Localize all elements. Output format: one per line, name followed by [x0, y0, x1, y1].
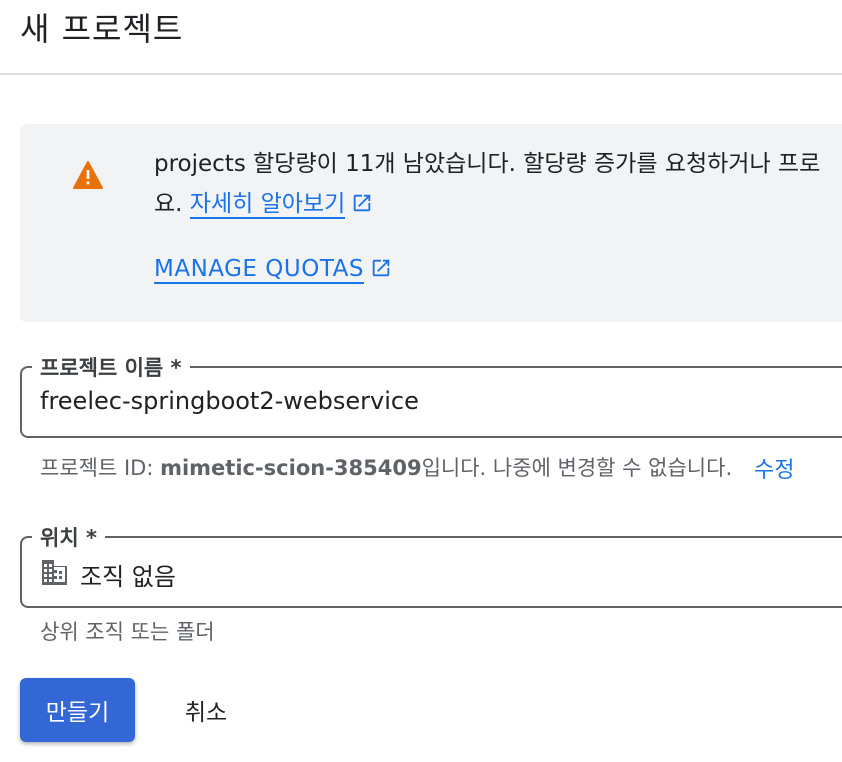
location-value[interactable]: 조직 없음	[80, 557, 176, 592]
external-link-icon[interactable]	[351, 192, 373, 214]
project-id-suffix: 입니다. 나중에 변경할 수 없습니다.	[421, 456, 733, 480]
new-project-page: 새 프로젝트 projects 할당량이 11개 남았습니다. 할당량 증가를 …	[0, 0, 842, 762]
page-title: 새 프로젝트	[20, 10, 184, 48]
create-button[interactable]: 만들기	[20, 678, 135, 742]
project-id-prefix: 프로젝트 ID:	[40, 456, 161, 480]
quota-message-prefix: 요.	[154, 191, 190, 217]
edit-project-id-link[interactable]: 수정	[754, 452, 794, 484]
header-divider	[0, 73, 842, 75]
building-icon	[42, 560, 67, 585]
location-label: 위치 *	[32, 522, 105, 552]
project-name-field[interactable]: 프로젝트 이름 * freelec-springboot2-webservice	[20, 352, 842, 438]
location-hint: 상위 조직 또는 폴더	[40, 620, 215, 644]
quota-message: projects 할당량이 11개 남았습니다. 할당량 증가를 요청하거나 프…	[154, 144, 842, 224]
learn-more-link[interactable]: 자세히 알아보기	[189, 191, 346, 219]
project-name-input[interactable]: freelec-springboot2-webservice	[40, 387, 419, 415]
quota-message-line1: projects 할당량이 11개 남았습니다. 할당량 증가를 요청하거나 프…	[154, 151, 821, 177]
quota-warning-panel: projects 할당량이 11개 남았습니다. 할당량 증가를 요청하거나 프…	[20, 124, 842, 322]
manage-quotas-link[interactable]: MANAGE QUOTAS	[154, 256, 392, 284]
manage-quotas-label[interactable]: MANAGE QUOTAS	[154, 256, 364, 284]
quota-message-line2: 요. 자세히 알아보기	[154, 184, 842, 224]
project-id-value: mimetic-scion-385409	[160, 456, 422, 480]
cancel-button[interactable]: 취소	[160, 678, 252, 742]
external-link-icon[interactable]	[370, 257, 392, 279]
warning-icon	[73, 161, 103, 189]
project-name-label: 프로젝트 이름 *	[32, 352, 190, 382]
project-id-hint: 프로젝트 ID: mimetic-scion-385409입니다. 나중에 변경…	[40, 452, 732, 482]
location-field[interactable]: 위치 * 조직 없음	[20, 522, 842, 608]
